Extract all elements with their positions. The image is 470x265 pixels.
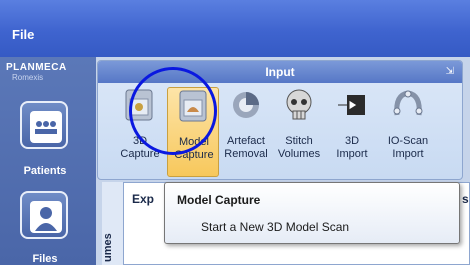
tool-3d-import[interactable]: 3D Import: [326, 87, 378, 177]
io-scan-icon: [391, 87, 425, 123]
annotation-circle: [129, 67, 217, 155]
artefact-removal-icon: [229, 87, 263, 123]
tool-io-scan-import[interactable]: IO-Scan Import: [382, 87, 434, 177]
title-bar: File: [0, 0, 470, 57]
panel-edge-label: s: [462, 192, 469, 206]
brand-logo: PLANMECA Romexis: [6, 62, 92, 82]
file-menu[interactable]: File: [12, 27, 34, 42]
vertical-tab-label: umes: [102, 233, 114, 262]
brand-name: PLANMECA: [6, 62, 67, 73]
tool-stitch-volumes[interactable]: Stitch Volumes: [273, 87, 325, 177]
tool-label: 3D Import: [336, 135, 368, 160]
sidebar-item-files[interactable]: [20, 191, 68, 239]
brand-product: Romexis: [12, 73, 44, 82]
left-sidebar: PLANMECA Romexis Patients Files: [0, 57, 96, 265]
tooltip-description: Start a New 3D Model Scan: [201, 220, 350, 234]
panel-header-label: Exp: [132, 192, 155, 206]
dialog-launcher-icon[interactable]: ⇲: [446, 66, 454, 77]
sidebar-label-files[interactable]: Files: [6, 253, 84, 265]
import-icon: [335, 87, 369, 123]
volumes-vertical-tab[interactable]: umes: [102, 182, 124, 265]
tool-label: IO-Scan Import: [387, 135, 429, 160]
skull-icon: [282, 87, 316, 123]
tooltip: Model Capture Start a New 3D Model Scan: [164, 182, 460, 244]
sidebar-item-patients[interactable]: [20, 101, 68, 149]
tooltip-title: Model Capture: [177, 193, 261, 207]
tool-artefact-removal[interactable]: Artefact Removal: [220, 87, 272, 177]
sidebar-label-patients[interactable]: Patients: [6, 165, 84, 177]
